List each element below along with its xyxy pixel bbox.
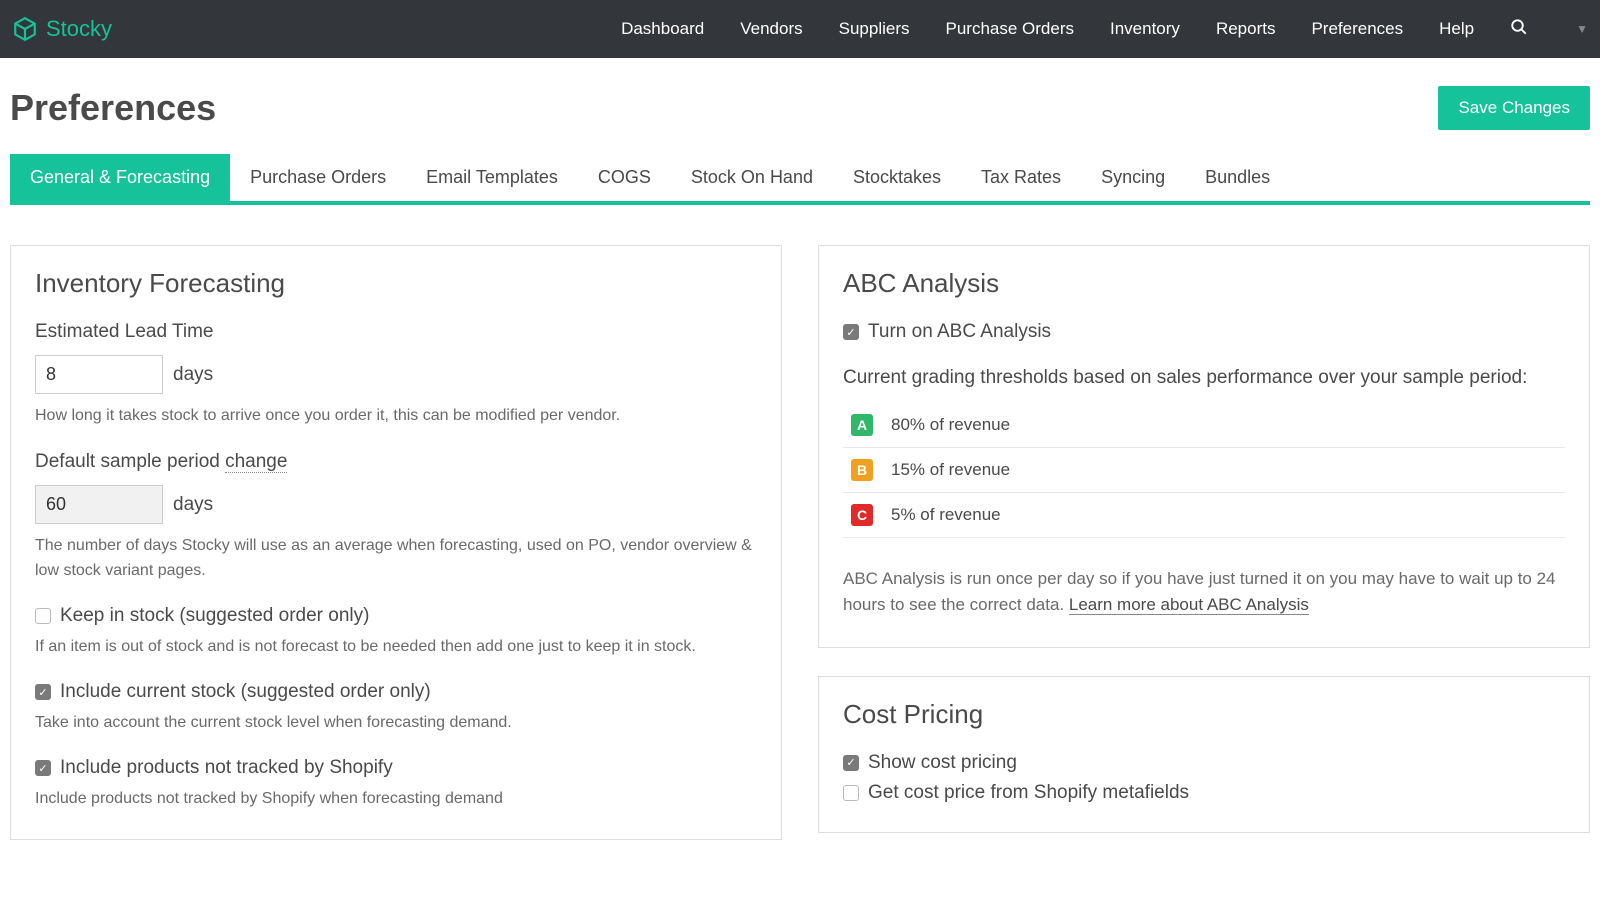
grade-c-label: 5% of revenue [891,505,1001,525]
search-icon[interactable] [1510,18,1528,41]
grade-a-badge: A [851,414,873,436]
tab-purchase-orders[interactable]: Purchase Orders [230,154,406,201]
nav-purchase-orders[interactable]: Purchase Orders [946,19,1075,39]
include-untracked-label: Include products not tracked by Shopify [60,757,393,779]
right-column: ABC Analysis ✓ Turn on ABC Analysis Curr… [818,245,1590,868]
abc-grade-a-row: A 80% of revenue [843,403,1565,448]
cost-from-metafields-checkbox[interactable] [843,785,859,801]
sample-change-link[interactable]: change [225,451,287,473]
content: Inventory Forecasting Estimated Lead Tim… [0,205,1600,868]
user-menu-caret-icon[interactable]: ▼ [1576,22,1588,36]
lead-time-unit: days [173,364,213,386]
nav-reports[interactable]: Reports [1216,19,1276,39]
show-cost-pricing-checkbox[interactable]: ✓ [843,755,859,771]
keep-in-stock-checkbox[interactable] [35,608,51,624]
nav-dashboard[interactable]: Dashboard [621,19,704,39]
cost-pricing-panel: Cost Pricing ✓ Show cost pricing Get cos… [818,676,1590,833]
preferences-tabs: General & Forecasting Purchase Orders Em… [10,154,1590,205]
abc-thresholds-desc: Current grading thresholds based on sale… [843,367,1565,389]
grade-b-badge: B [851,459,873,481]
nav-preferences[interactable]: Preferences [1311,19,1403,39]
sample-period-unit: days [173,494,213,516]
brand-logo[interactable]: Stocky [12,16,112,42]
nav-help[interactable]: Help [1439,19,1474,39]
save-changes-button[interactable]: Save Changes [1438,86,1590,130]
forecasting-title: Inventory Forecasting [35,268,757,299]
abc-grade-b-row: B 15% of revenue [843,448,1565,493]
primary-nav: Dashboard Vendors Suppliers Purchase Ord… [621,18,1588,41]
lead-time-label: Estimated Lead Time [35,321,757,343]
tab-tax-rates[interactable]: Tax Rates [961,154,1081,201]
topbar: Stocky Dashboard Vendors Suppliers Purch… [0,0,1600,58]
nav-vendors[interactable]: Vendors [740,19,802,39]
sample-period-label: Default sample period change [35,451,757,473]
tab-stocktakes[interactable]: Stocktakes [833,154,961,201]
sample-period-input[interactable] [35,485,163,524]
nav-inventory[interactable]: Inventory [1110,19,1180,39]
abc-grade-c-row: C 5% of revenue [843,493,1565,538]
tab-stock-on-hand[interactable]: Stock On Hand [671,154,833,201]
lead-time-help: How long it takes stock to arrive once y… [35,404,757,429]
include-current-stock-checkbox[interactable]: ✓ [35,684,51,700]
grade-b-label: 15% of revenue [891,460,1010,480]
sample-period-help: The number of days Stocky will use as an… [35,534,757,584]
keep-in-stock-help: If an item is out of stock and is not fo… [35,635,757,659]
tab-general-forecasting[interactable]: General & Forecasting [10,154,230,201]
include-untracked-checkbox[interactable]: ✓ [35,760,51,776]
nav-suppliers[interactable]: Suppliers [839,19,910,39]
tab-cogs[interactable]: COGS [578,154,671,201]
abc-enable-checkbox[interactable]: ✓ [843,324,859,340]
lead-time-input[interactable] [35,355,163,394]
tab-syncing[interactable]: Syncing [1081,154,1185,201]
left-column: Inventory Forecasting Estimated Lead Tim… [10,245,782,868]
abc-panel: ABC Analysis ✓ Turn on ABC Analysis Curr… [818,245,1590,648]
brand-name: Stocky [46,16,112,42]
page-title: Preferences [10,87,216,129]
tab-bundles[interactable]: Bundles [1185,154,1290,201]
page-header: Preferences Save Changes [0,58,1600,154]
abc-enable-label: Turn on ABC Analysis [868,321,1051,343]
show-cost-pricing-label: Show cost pricing [868,752,1017,774]
include-current-stock-label: Include current stock (suggested order o… [60,681,431,703]
abc-title: ABC Analysis [843,268,1565,299]
grade-c-badge: C [851,504,873,526]
keep-in-stock-label: Keep in stock (suggested order only) [60,605,369,627]
cost-pricing-title: Cost Pricing [843,699,1565,730]
abc-note: ABC Analysis is run once per day so if y… [843,566,1565,619]
cost-from-metafields-label: Get cost price from Shopify metafields [868,782,1189,804]
grade-a-label: 80% of revenue [891,415,1010,435]
stocky-box-icon [12,16,38,42]
abc-learn-more-link[interactable]: Learn more about ABC Analysis [1069,595,1309,615]
include-untracked-help: Include products not tracked by Shopify … [35,787,757,811]
forecasting-panel: Inventory Forecasting Estimated Lead Tim… [10,245,782,840]
tab-email-templates[interactable]: Email Templates [406,154,578,201]
include-current-stock-help: Take into account the current stock leve… [35,711,757,735]
